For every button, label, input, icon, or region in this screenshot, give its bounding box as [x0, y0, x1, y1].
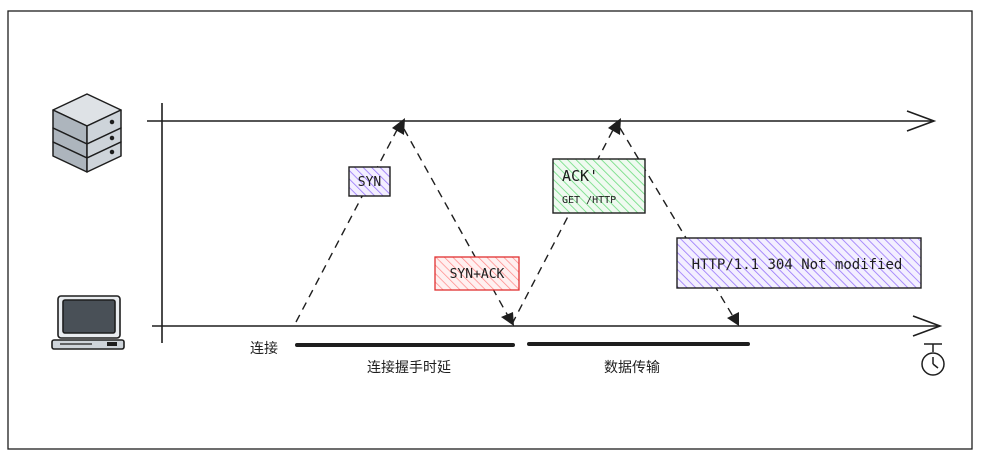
server-stack-icon: [52, 93, 122, 173]
handshake-latency-label: 连接握手时延: [367, 359, 451, 376]
connect-label: 连接: [250, 340, 278, 357]
ack-get-message: ACK' GET /HTTP: [552, 158, 646, 214]
get-label: GET /HTTP: [562, 195, 616, 206]
syn-ack-message: SYN+ACK: [434, 256, 520, 291]
diagram-frame: [7, 10, 973, 450]
desktop-computer-icon: [51, 295, 125, 350]
http-response-label: HTTP/1.1 304 Not modified: [692, 257, 903, 273]
tcp-http-timeline-diagram: SYN SYN+ACK ACK' GET /HTTP HTTP/1.1 304 …: [7, 10, 973, 450]
data-transfer-label: 数据传输: [604, 360, 660, 376]
ack-label: ACK': [562, 167, 598, 185]
http-response-message: HTTP/1.1 304 Not modified: [676, 237, 922, 289]
syn-message: SYN: [348, 166, 391, 197]
syn-ack-label: SYN+ACK: [450, 267, 505, 282]
syn-label: SYN: [358, 175, 381, 190]
